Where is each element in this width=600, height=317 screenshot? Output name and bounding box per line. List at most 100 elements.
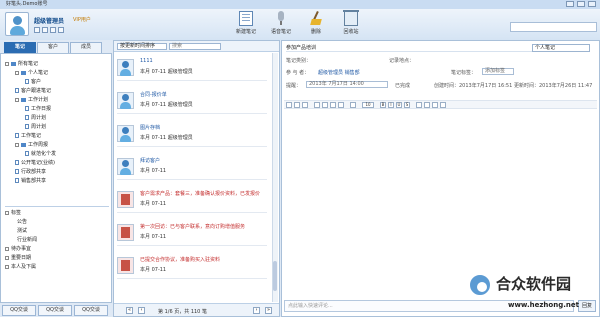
trash-icon	[343, 10, 359, 26]
participants-label: 参 与 者：	[286, 70, 310, 76]
tree-item-weekly-2[interactable]: 周计划	[25, 124, 46, 131]
tree-item-all-notes[interactable]: 所有笔记	[5, 61, 38, 68]
tab-members[interactable]: 成员	[70, 42, 102, 53]
paste-icon[interactable]	[302, 102, 308, 108]
folder-icon	[11, 61, 16, 66]
user-icons	[34, 27, 64, 33]
tree-item-public[interactable]: 公开笔记(业绩)	[15, 160, 55, 167]
list-item[interactable]: 已提交合作协议，准备购买入驻资料 本月 07-11	[117, 253, 267, 279]
note-title: 1111	[140, 58, 153, 64]
align-left-icon[interactable]	[416, 102, 422, 108]
list-item[interactable]: 1111 本月 07-11 超级管理员	[117, 55, 267, 81]
participants-value[interactable]: 超级管理员 销售部	[318, 69, 360, 76]
mail-icon[interactable]	[58, 27, 64, 33]
italic-icon[interactable]: I	[388, 102, 394, 108]
tree-item-test[interactable]: 测试	[17, 228, 27, 235]
tree-item-dates[interactable]: 重要日期	[5, 255, 31, 262]
username: 超级管理员	[34, 18, 65, 25]
lock-icon[interactable]	[42, 27, 48, 33]
tree-item-todo[interactable]: 待办事宜	[5, 246, 31, 253]
font-size-select[interactable]: 10	[362, 102, 374, 108]
tab-notes[interactable]: 笔记	[4, 42, 36, 53]
voice-note-button[interactable]: 语音笔记	[266, 10, 296, 39]
done-checkbox-label[interactable]: 已完成	[395, 82, 410, 89]
align-right-icon[interactable]	[432, 102, 438, 108]
tree-item-followup[interactable]: 客户跟进笔记	[15, 88, 51, 95]
remind-datetime-input[interactable]: 2013年 7月17日 14:00	[306, 81, 388, 88]
settings-icon[interactable]	[50, 27, 56, 33]
link-icon[interactable]	[338, 102, 344, 108]
microphone-icon	[274, 11, 288, 26]
tree-item-customers[interactable]: 客户	[25, 79, 41, 86]
new-note-button[interactable]: 新建笔记	[231, 10, 261, 39]
close-button[interactable]	[588, 1, 596, 7]
header: 超级管理员 VIP用户 新建笔记 语音笔记 删除 回收站	[0, 9, 600, 40]
recycle-bin-label: 回收站	[343, 29, 359, 35]
qq-chat-button-3[interactable]: QQ交谈	[74, 305, 108, 316]
bold-icon[interactable]: B	[380, 102, 386, 108]
tree-item-plan[interactable]: 工作计划	[15, 97, 48, 104]
editor-toolbar: 10 B I U S	[284, 100, 597, 109]
recycle-bin-button[interactable]: 回收站	[336, 10, 366, 39]
expand-icon	[15, 97, 19, 102]
table-icon[interactable]	[330, 102, 336, 108]
copy-icon[interactable]	[294, 102, 300, 108]
search-input[interactable]	[510, 22, 597, 32]
bottom-tabs: QQ交谈 QQ交谈 QQ交谈	[0, 303, 112, 317]
list-item[interactable]: 第一次回访：已与客户联系，意向订购增值服务 本月 07-11	[117, 220, 267, 246]
first-page-button[interactable]: «	[126, 307, 133, 314]
note-title: 拜访客户	[140, 158, 161, 164]
pagination: « ‹ 第 1/6 页，共 110 笔 › »	[114, 303, 279, 316]
document-icon	[15, 160, 19, 165]
list-item[interactable]: 图片存档 本月 07-11 超级管理员	[117, 121, 267, 147]
tree-item-sales-share[interactable]: 销售部共享	[15, 178, 46, 185]
underline-icon[interactable]: U	[396, 102, 402, 108]
list-item[interactable]: 拜访客户 本月 07-11	[117, 154, 267, 180]
note-date: 本月 07-11	[140, 267, 167, 273]
app-window: 好笔头.Demo账号 超级管理员 VIP用户 新建笔记 语音笔记 删除 回收站 …	[0, 0, 600, 317]
tree-item-news[interactable]: 行业新闻	[17, 237, 37, 244]
tree-item-announcement[interactable]: 公告	[17, 219, 27, 226]
maximize-button[interactable]	[577, 1, 585, 7]
minimize-button[interactable]	[566, 1, 574, 7]
note-type-select[interactable]: 个人笔记	[532, 44, 590, 52]
scrollbar-thumb[interactable]	[273, 261, 277, 291]
tag-input[interactable]: 添加标签	[482, 68, 514, 75]
cut-icon[interactable]	[286, 102, 292, 108]
qq-chat-button-1[interactable]: QQ交谈	[2, 305, 36, 316]
tree-item-personal[interactable]: 个人笔记	[15, 70, 48, 77]
tab-customers[interactable]: 客户	[37, 42, 69, 53]
tree-item-work-notes[interactable]: 工作笔记	[15, 133, 41, 140]
attachment-icon[interactable]	[322, 102, 328, 108]
font-icon[interactable]	[350, 102, 356, 108]
tree-item-weekly-report[interactable]: 工作周报	[15, 142, 48, 149]
tree-item-admin-share[interactable]: 行政部共享	[15, 169, 46, 176]
prev-page-button[interactable]: ‹	[138, 307, 145, 314]
expand-icon	[15, 70, 19, 75]
note-title-field[interactable]: 参加产品培训	[286, 44, 546, 52]
image-icon[interactable]	[314, 102, 320, 108]
list-item[interactable]: 客户需求产品：套餐三，准备确认报价资料，已发报价 本月 07-11	[117, 187, 267, 213]
next-page-button[interactable]: ›	[253, 307, 260, 314]
list-item[interactable]: 合同-报价单 本月 07-11 超级管理员	[117, 88, 267, 114]
tree-item-tags[interactable]: 标签	[5, 210, 21, 217]
note-title: 第一次回访：已与客户联系，意向订购增值服务	[140, 224, 246, 230]
tree-item-subordinates[interactable]: 本人及下属	[5, 264, 36, 271]
expand-icon	[5, 61, 9, 66]
list-icon[interactable]	[440, 102, 446, 108]
tree-item-daily[interactable]: 工作日报	[25, 106, 51, 113]
document-icon	[25, 106, 29, 111]
delete-button[interactable]: 删除	[301, 10, 331, 39]
last-page-button[interactable]: »	[265, 307, 272, 314]
sort-select[interactable]: 按更新时间排序	[117, 43, 167, 50]
expand-icon	[5, 246, 9, 251]
home-icon[interactable]	[34, 27, 40, 33]
align-center-icon[interactable]	[424, 102, 430, 108]
qq-chat-button-2[interactable]: QQ交谈	[38, 305, 72, 316]
tree-item-weekly[interactable]: 周计划	[25, 115, 46, 122]
note-title: 客户需求产品：套餐三，准备确认报价资料，已发报价	[140, 191, 261, 197]
avatar[interactable]	[5, 12, 29, 36]
filter-select[interactable]: 搜索	[169, 43, 221, 50]
strikethrough-icon[interactable]: S	[404, 102, 410, 108]
tree-item-sub[interactable]: 就范化个发	[25, 151, 56, 158]
